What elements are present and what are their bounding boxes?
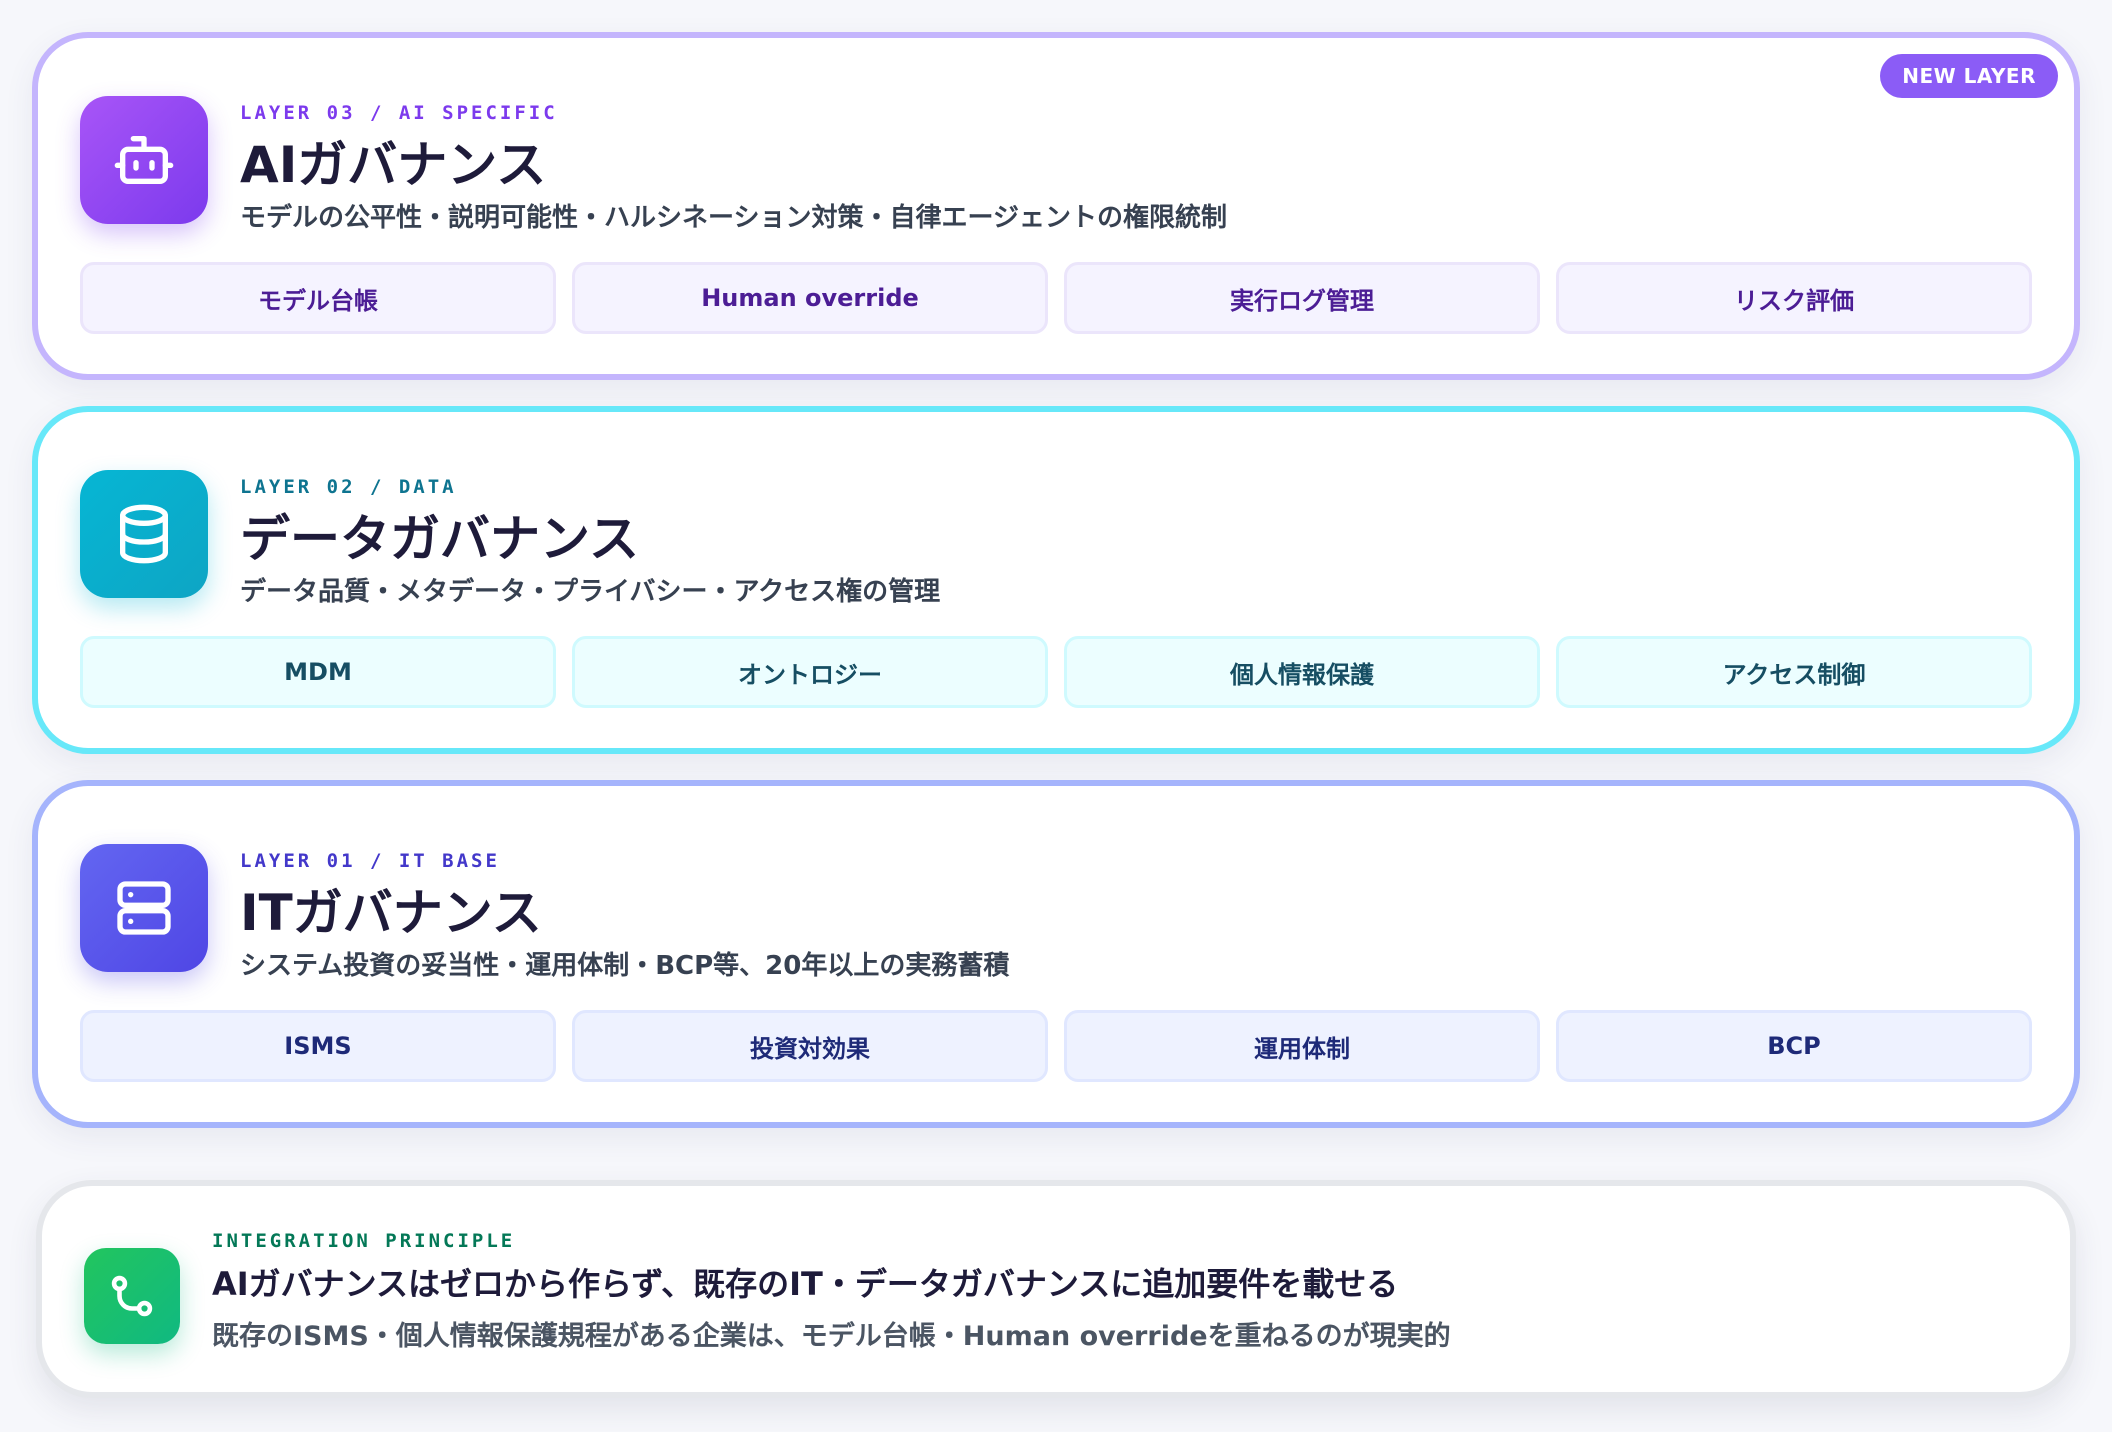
layer-title: データガバナンス bbox=[240, 510, 639, 568]
chip-personal-info-protection: 個人情報保護 bbox=[1064, 636, 1540, 708]
layer-subtitle: データ品質・メタデータ・プライバシー・アクセス権の管理 bbox=[240, 577, 941, 607]
database-icon bbox=[80, 470, 208, 598]
layer-eyebrow: LAYER 01 / IT BASE bbox=[240, 850, 500, 872]
principle-title: AIガバナンスはゼロから作らず、既存のIT・データガバナンスに追加要件を載せる bbox=[212, 1265, 1399, 1303]
chip-access-control: アクセス制御 bbox=[1556, 636, 2032, 708]
layer-chips: MDM オントロジー 個人情報保護 アクセス制御 bbox=[80, 636, 2032, 708]
chip-mdm: MDM bbox=[80, 636, 556, 708]
principle-text: INTEGRATION PRINCIPLE AIガバナンスはゼロから作らず、既存… bbox=[212, 1228, 2032, 1358]
chip-ontology: オントロジー bbox=[572, 636, 1048, 708]
layer-data-governance: LAYER 02 / DATA データガバナンス データ品質・メタデータ・プライ… bbox=[32, 406, 2080, 754]
principle-eyebrow: INTEGRATION PRINCIPLE bbox=[212, 1230, 516, 1252]
chip-execution-log: 実行ログ管理 bbox=[1064, 262, 1540, 334]
new-layer-badge: NEW LAYER bbox=[1880, 54, 2058, 98]
chip-model-registry: モデル台帳 bbox=[80, 262, 556, 334]
layer-it-governance: LAYER 01 / IT BASE ITガバナンス システム投資の妥当性・運用… bbox=[32, 780, 2080, 1128]
principle-description: 既存のISMS・個人情報保護規程がある企業は、モデル台帳・Human overr… bbox=[212, 1321, 1451, 1352]
layer-eyebrow: LAYER 02 / DATA bbox=[240, 476, 457, 498]
git-merge-icon bbox=[84, 1248, 180, 1344]
chip-human-override: Human override bbox=[572, 262, 1048, 334]
layer-subtitle: モデルの公平性・説明可能性・ハルシネーション対策・自律エージェントの権限統制 bbox=[240, 203, 1227, 233]
layer-ai-governance: NEW LAYER LAYER 03 / AI SPECIFIC AIガバナンス… bbox=[32, 32, 2080, 380]
governance-layers-diagram: NEW LAYER LAYER 03 / AI SPECIFIC AIガバナンス… bbox=[0, 0, 2112, 1432]
layer-title: AIガバナンス bbox=[240, 136, 547, 194]
server-icon bbox=[80, 844, 208, 972]
robot-icon bbox=[80, 96, 208, 224]
layer-chips: ISMS 投資対効果 運用体制 BCP bbox=[80, 1010, 2032, 1082]
layer-subtitle: システム投資の妥当性・運用体制・BCP等、20年以上の実務蓄積 bbox=[240, 951, 1010, 981]
layer-text: LAYER 03 / AI SPECIFIC AIガバナンス モデルの公平性・説… bbox=[240, 100, 2020, 236]
layer-title: ITガバナンス bbox=[240, 884, 542, 942]
chip-operations: 運用体制 bbox=[1064, 1010, 1540, 1082]
integration-principle-card: INTEGRATION PRINCIPLE AIガバナンスはゼロから作らず、既存… bbox=[36, 1180, 2076, 1398]
layer-text: LAYER 02 / DATA データガバナンス データ品質・メタデータ・プライ… bbox=[240, 474, 2020, 610]
layer-eyebrow: LAYER 03 / AI SPECIFIC bbox=[240, 102, 558, 124]
chip-bcp: BCP bbox=[1556, 1010, 2032, 1082]
layer-text: LAYER 01 / IT BASE ITガバナンス システム投資の妥当性・運用… bbox=[240, 848, 2020, 984]
chip-risk-assessment: リスク評価 bbox=[1556, 262, 2032, 334]
layer-chips: モデル台帳 Human override 実行ログ管理 リスク評価 bbox=[80, 262, 2032, 334]
chip-isms: ISMS bbox=[80, 1010, 556, 1082]
chip-roi: 投資対効果 bbox=[572, 1010, 1048, 1082]
